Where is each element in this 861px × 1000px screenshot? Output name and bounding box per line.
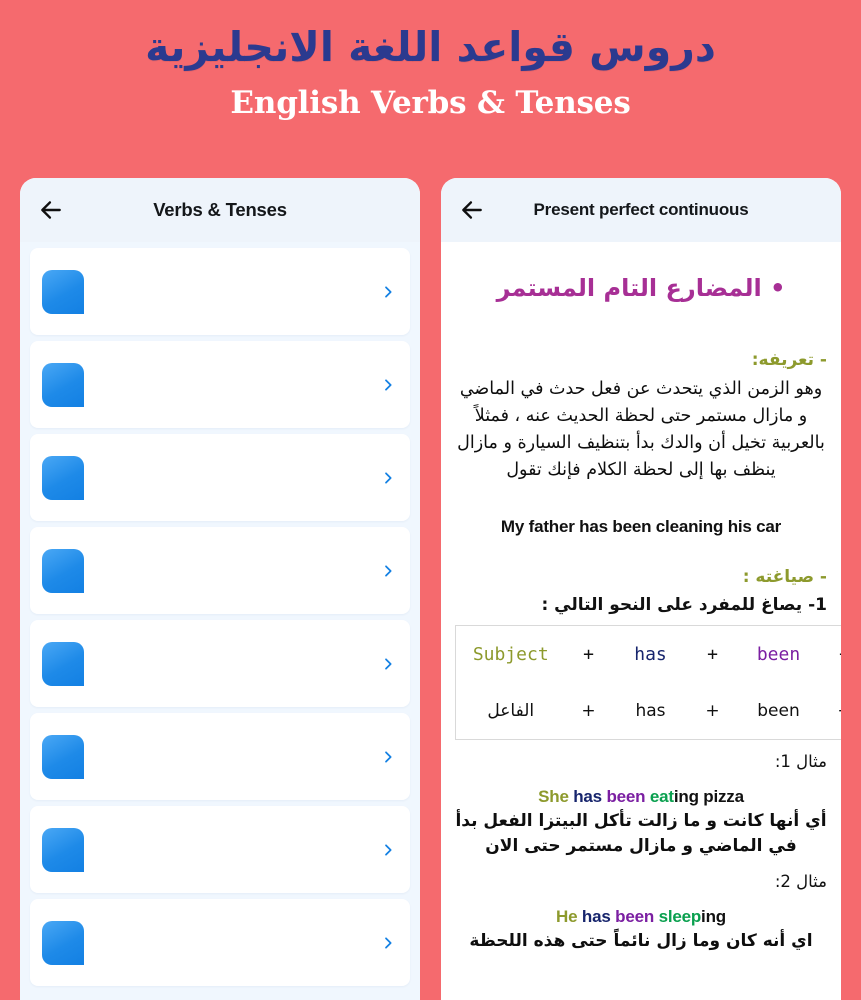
formula-cell: + [581,700,596,721]
left-appbar-title: Verbs & Tenses [153,199,287,220]
chevron-right-icon[interactable] [380,561,396,581]
left-phone-panel: Verbs & Tenses [20,178,420,1000]
chevron-right-icon[interactable] [380,468,396,488]
example-word: been [606,786,646,806]
formation-label: - صياغته : [742,566,827,587]
item-texts [84,569,380,572]
formula-cell: Subject [472,643,549,665]
formula-row-english: Subject+has+been+verb + ing [456,625,841,683]
example-word: sleep [658,906,702,926]
example-sentence-colored: He has been sleeping [455,907,827,927]
formula-cell: الفاعل [487,700,535,721]
example-word: ing pizza [673,786,744,806]
app-banner: دروس قواعد اللغة الانجليزية English Verb… [0,0,861,121]
item-texts [84,290,380,293]
formula-cell: + [707,643,718,665]
example-word: has [573,786,602,806]
item-number-badge [42,455,84,500]
chevron-right-icon[interactable] [380,654,396,674]
item-texts [84,662,380,665]
item-number-badge [42,641,84,686]
list-item[interactable] [30,713,410,800]
item-number-badge [42,362,84,407]
formula-cell: has [635,700,666,721]
arrow-left-icon[interactable] [459,197,485,223]
formula-cell: has [634,643,667,665]
item-texts [84,848,380,851]
example-word: ing [701,906,726,926]
chevron-right-icon[interactable] [380,282,396,302]
chevron-right-icon[interactable] [380,747,396,767]
list-item[interactable] [30,341,410,428]
example-translation: أي أنها كانت و ما زالت تأكل البيتزا الفع… [455,810,827,857]
formula-cell: + [822,625,841,683]
example-translation: اي أنه كان وما زال نائماً حتى هذه اللحظة [469,930,813,951]
lesson-title: • المضارع التام المستمر [496,274,786,302]
formula-cell: + [705,700,720,721]
arrow-left-icon[interactable] [38,197,64,223]
chevron-right-icon[interactable] [380,840,396,860]
definition-label: - تعريفه: [751,350,827,370]
item-number-badge [42,548,84,593]
example-word: She [538,786,569,806]
item-texts [84,476,380,479]
right-appbar-title: Present perfect continuous [533,200,749,219]
formula-cell: + [583,643,594,665]
item-number-badge [42,269,84,314]
lesson-content: • المضارع التام المستمر - تعريفه: وهو ال… [441,242,841,1000]
chevron-right-icon[interactable] [380,933,396,953]
list-item[interactable] [30,899,410,986]
example-label: مثال 1: [774,751,827,771]
item-texts [84,755,380,758]
example-word: He [556,906,578,926]
right-appbar: Present perfect continuous [441,178,841,242]
banner-title-english: English Verbs & Tenses [230,85,631,122]
formula-cell: been [756,643,801,665]
item-number-badge [42,920,84,965]
list-item[interactable] [30,248,410,335]
item-number-badge [42,827,84,872]
screenshot-panels: Verbs & Tenses Present perfect continuou… [0,178,861,1000]
item-number-badge [42,734,84,779]
formula-cell: + [822,683,841,740]
formation-rule: 1- يصاغ للمفرد على النحو التالي : [541,594,827,615]
list-item[interactable] [30,527,410,614]
formula-row-arabic: الفاعل+has+been+فعل + ing [456,683,841,740]
example-word: eat [649,786,674,806]
list-item[interactable] [30,434,410,521]
right-phone-panel: Present perfect continuous • المضارع الت… [441,178,841,1000]
example-sentence: My father has been cleaning his car [500,516,782,536]
formula-table: Subject+has+been+verb + ingالفاعل+has+be… [455,624,841,740]
formula-cell: been [757,700,800,721]
banner-title-arabic: دروس قواعد اللغة الانجليزية [145,23,716,71]
example-word: has [581,906,611,926]
list-item[interactable] [30,620,410,707]
definition-text: وهو الزمن الذي يتحدث عن فعل حدث في الماض… [457,379,825,481]
example-word: been [615,906,655,926]
item-texts [84,383,380,386]
example-label: مثال 2: [774,871,827,891]
example-sentence-colored: She has been eating pizza [455,787,827,807]
left-appbar: Verbs & Tenses [20,178,420,242]
tense-list [20,242,420,1000]
examples-container: مثال 1: She has been eating pizza أي أنها … [455,752,827,955]
item-texts [84,941,380,944]
list-item[interactable] [30,806,410,893]
chevron-right-icon[interactable] [380,375,396,395]
